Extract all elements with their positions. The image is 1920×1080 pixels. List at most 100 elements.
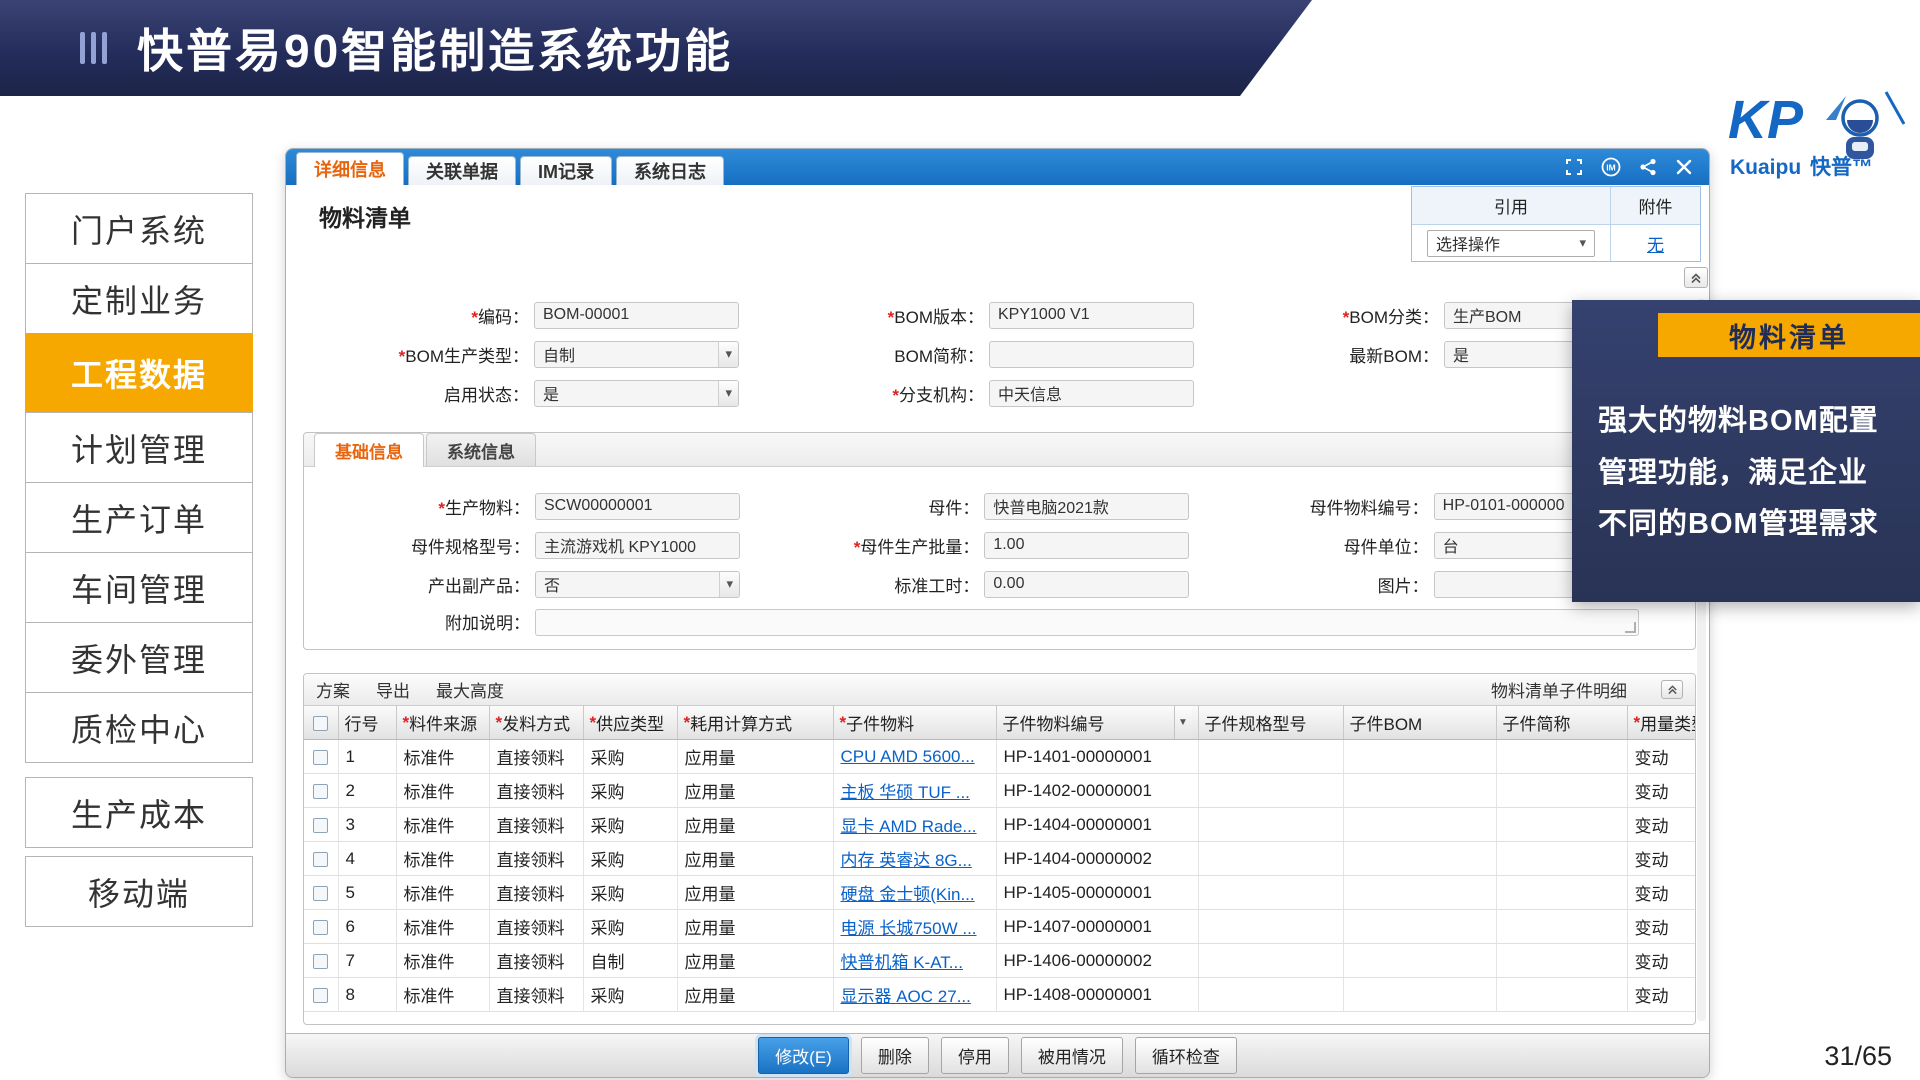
cell-issue-method: 直接领料 bbox=[489, 740, 583, 774]
reference-button[interactable]: 引用 bbox=[1412, 187, 1610, 224]
subtab-基础信息[interactable]: 基础信息 bbox=[314, 433, 424, 467]
tab-系统日志[interactable]: 系统日志 bbox=[616, 156, 724, 185]
panel-collapse-button[interactable] bbox=[1661, 680, 1683, 699]
cell-line-no: 2 bbox=[338, 774, 396, 808]
row-checkbox[interactable] bbox=[313, 750, 328, 765]
field-母件: 母件： 快普电脑2021款 bbox=[796, 492, 1245, 520]
column-耗用计算方式[interactable]: * 耗用计算方式 bbox=[677, 706, 833, 740]
footer-button-被用情况[interactable]: 被用情况 bbox=[1021, 1037, 1123, 1074]
column-供应类型[interactable]: * 供应类型 bbox=[583, 706, 677, 740]
cell-consumption-calc: 应用量 bbox=[677, 842, 833, 876]
expand-icon[interactable] bbox=[1564, 157, 1584, 177]
toolbar-button-最大高度[interactable]: 最大高度 bbox=[436, 677, 504, 702]
field-input[interactable]: 自制 ▾ bbox=[534, 341, 739, 368]
note-textarea[interactable] bbox=[535, 609, 1639, 636]
table-row[interactable]: 4 标准件 直接领料 采购 应用量 内存 英睿达 8G... HP-1404-0… bbox=[304, 842, 1695, 876]
sidebar-item-计划管理[interactable]: 计划管理 bbox=[25, 412, 253, 483]
share-icon[interactable] bbox=[1638, 157, 1658, 177]
field-input[interactable]: 快普电脑2021款 bbox=[984, 493, 1189, 520]
cell-component-link[interactable]: 主板 华硕 TUF ... bbox=[833, 774, 996, 808]
sidebar-item-门户系统[interactable]: 门户系统 bbox=[25, 193, 253, 264]
table-row[interactable]: 1 标准件 直接领料 采购 应用量 CPU AMD 5600... HP-140… bbox=[304, 740, 1695, 774]
footer-button-循环检查[interactable]: 循环检查 bbox=[1135, 1037, 1237, 1074]
table-row[interactable]: 8 标准件 直接领料 采购 应用量 显示器 AOC 27... HP-1408-… bbox=[304, 978, 1695, 1012]
toolbar-button-方案[interactable]: 方案 bbox=[316, 677, 350, 702]
cell-component-bom bbox=[1343, 876, 1496, 910]
field-input[interactable]: 中天信息 bbox=[989, 380, 1194, 407]
select-all-checkbox[interactable] bbox=[313, 716, 328, 731]
column-行号[interactable]: 行号 bbox=[338, 706, 396, 740]
sidebar-item-质检中心[interactable]: 质检中心 bbox=[25, 692, 253, 763]
close-icon[interactable] bbox=[1675, 158, 1693, 176]
field-input[interactable]: 主流游戏机 KPY1000 bbox=[535, 532, 740, 559]
sidebar-item-生产订单[interactable]: 生产订单 bbox=[25, 482, 253, 553]
toolbar-button-导出[interactable]: 导出 bbox=[376, 677, 410, 702]
column-子件BOM[interactable]: 子件BOM bbox=[1343, 706, 1496, 740]
column-子件简称[interactable]: 子件简称 bbox=[1496, 706, 1627, 740]
field-产出副产品: 产出副产品： 否 ▾ bbox=[347, 570, 796, 598]
footer-button-停用[interactable]: 停用 bbox=[941, 1037, 1009, 1074]
row-checkbox[interactable] bbox=[313, 852, 328, 867]
sidebar-item-移动端[interactable]: 移动端 bbox=[25, 856, 253, 927]
cell-component-link[interactable]: 电源 长城750W ... bbox=[833, 910, 996, 944]
im-icon[interactable]: IM bbox=[1601, 157, 1621, 177]
cell-short-name bbox=[1496, 842, 1627, 876]
tab-关联单据[interactable]: 关联单据 bbox=[408, 156, 516, 185]
cell-component-link[interactable]: 显卡 AMD Rade... bbox=[833, 808, 996, 842]
field-label: 编码： bbox=[478, 308, 529, 327]
field-input[interactable]: 是 ▾ bbox=[534, 380, 739, 407]
sidebar-item-工程数据[interactable]: 工程数据 bbox=[25, 333, 253, 413]
cell-spec-model bbox=[1198, 774, 1343, 808]
table-row[interactable]: 2 标准件 直接领料 采购 应用量 主板 华硕 TUF ... HP-1402-… bbox=[304, 774, 1695, 808]
sidebar-item-生产成本[interactable]: 生产成本 bbox=[25, 777, 253, 848]
footer-button-删除[interactable]: 删除 bbox=[861, 1037, 929, 1074]
field-input[interactable]: SCW00000001 bbox=[535, 493, 740, 520]
row-checkbox[interactable] bbox=[313, 954, 328, 969]
attachment-none-link[interactable]: 无 bbox=[1647, 231, 1664, 256]
field-input[interactable]: BOM-00001 bbox=[534, 302, 739, 329]
column-发料方式[interactable]: * 发料方式 bbox=[489, 706, 583, 740]
base-form: *生产物料： SCW00000001 母件： 快普电脑2021款 母件物料编号：… bbox=[347, 492, 1695, 598]
window-controls: IM bbox=[1564, 149, 1693, 185]
footer-button-修改(E)[interactable]: 修改(E) bbox=[758, 1037, 849, 1074]
action-select[interactable]: 选择操作 ▾ bbox=[1427, 230, 1595, 257]
column-子件规格型号[interactable]: 子件规格型号 bbox=[1198, 706, 1343, 740]
sidebar-item-车间管理[interactable]: 车间管理 bbox=[25, 552, 253, 623]
cell-material-source: 标准件 bbox=[396, 910, 489, 944]
field-input[interactable]: 1.00 bbox=[984, 532, 1189, 559]
row-checkbox[interactable] bbox=[313, 784, 328, 799]
cell-component-link[interactable]: CPU AMD 5600... bbox=[833, 740, 996, 774]
sidebar-item-委外管理[interactable]: 委外管理 bbox=[25, 622, 253, 693]
tab-IM记录[interactable]: IM记录 bbox=[520, 156, 612, 185]
cell-component-link[interactable]: 显示器 AOC 27... bbox=[833, 978, 996, 1012]
row-checkbox[interactable] bbox=[313, 886, 328, 901]
column-子件物料编号[interactable]: 子件物料编号 ▼ bbox=[996, 706, 1198, 740]
table-row[interactable]: 5 标准件 直接领料 采购 应用量 硬盘 金士顿(Kin... HP-1405-… bbox=[304, 876, 1695, 910]
field-input[interactable]: 0.00 bbox=[984, 571, 1189, 598]
cell-component-link[interactable]: 硬盘 金士顿(Kin... bbox=[833, 876, 996, 910]
row-checkbox[interactable] bbox=[313, 988, 328, 1003]
table-row[interactable]: 7 标准件 直接领料 自制 应用量 快普机箱 K-AT... HP-1406-0… bbox=[304, 944, 1695, 978]
row-checkbox[interactable] bbox=[313, 920, 328, 935]
column-用量类型[interactable]: * 用量类型 bbox=[1627, 706, 1695, 740]
column-子件物料[interactable]: * 子件物料 bbox=[833, 706, 996, 740]
table-row[interactable]: 3 标准件 直接领料 采购 应用量 显卡 AMD Rade... HP-1404… bbox=[304, 808, 1695, 842]
double-chevron-up-icon bbox=[1667, 684, 1678, 695]
field-input[interactable] bbox=[989, 341, 1194, 368]
cell-issue-method: 直接领料 bbox=[489, 978, 583, 1012]
field-input[interactable]: KPY1000 V1 bbox=[989, 302, 1194, 329]
row-checkbox[interactable] bbox=[313, 818, 328, 833]
tab-详细信息[interactable]: 详细信息 bbox=[296, 152, 404, 185]
collapse-header-button[interactable] bbox=[1684, 267, 1708, 288]
filter-arrow-icon[interactable]: ▼ bbox=[1174, 706, 1192, 739]
sidebar-item-定制业务[interactable]: 定制业务 bbox=[25, 263, 253, 334]
cell-component-link[interactable]: 内存 英睿达 8G... bbox=[833, 842, 996, 876]
column-料件来源[interactable]: * 料件来源 bbox=[396, 706, 489, 740]
subtab-系统信息[interactable]: 系统信息 bbox=[426, 433, 536, 466]
table-row[interactable]: 6 标准件 直接领料 采购 应用量 电源 长城750W ... HP-1407-… bbox=[304, 910, 1695, 944]
attachment-button[interactable]: 附件 bbox=[1610, 187, 1700, 224]
cell-line-no: 7 bbox=[338, 944, 396, 978]
cell-component-link[interactable]: 快普机箱 K-AT... bbox=[833, 944, 996, 978]
field-input[interactable]: 否 ▾ bbox=[535, 571, 740, 598]
bom-table-body: 1 标准件 直接领料 采购 应用量 CPU AMD 5600... HP-140… bbox=[304, 740, 1695, 1012]
